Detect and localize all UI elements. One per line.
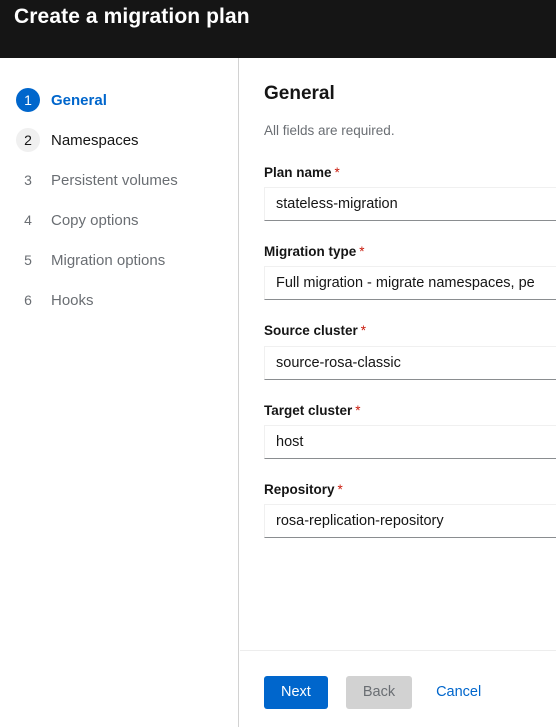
sidebar-item-copy-options[interactable]: 4 Copy options — [0, 200, 238, 240]
label-repository: Repository * — [264, 482, 556, 498]
migration-type-select[interactable] — [264, 266, 556, 301]
label-source-cluster-text: Source cluster — [264, 323, 358, 339]
form-group-source-cluster: Source cluster * — [264, 323, 556, 380]
step-number-1: 1 — [16, 88, 40, 112]
form-group-target-cluster: Target cluster * — [264, 403, 556, 459]
wizard-main-panel: General All fields are required. Plan na… — [240, 58, 556, 727]
required-asterisk: * — [355, 402, 361, 418]
section-subtitle: All fields are required. — [264, 122, 395, 138]
sidebar-item-general[interactable]: 1 General — [0, 80, 238, 120]
step-label-persistent-volumes: Persistent volumes — [51, 171, 178, 189]
cancel-button[interactable]: Cancel — [426, 676, 491, 709]
page-title: Create a migration plan — [14, 5, 250, 28]
plan-name-input[interactable] — [264, 187, 556, 222]
label-target-cluster: Target cluster * — [264, 403, 556, 419]
label-target-cluster-text: Target cluster — [264, 402, 353, 418]
wizard-body: 1 General 2 Namespaces 3 Persistent volu… — [0, 58, 556, 727]
step-label-namespaces: Namespaces — [51, 131, 139, 149]
label-repository-text: Repository — [264, 481, 335, 497]
form-group-repository: Repository * — [264, 482, 556, 539]
step-number-2: 2 — [16, 128, 40, 152]
step-number-5: 5 — [24, 252, 32, 268]
form-group-plan-name: Plan name * — [264, 165, 556, 222]
general-form: General All fields are required. Plan na… — [240, 58, 556, 650]
next-button[interactable]: Next — [264, 676, 328, 709]
step-label-migration-options: Migration options — [51, 251, 166, 269]
source-cluster-select[interactable] — [264, 345, 556, 380]
sidebar-item-namespaces[interactable]: 2 Namespaces — [0, 120, 238, 160]
wizard-step-nav: 1 General 2 Namespaces 3 Persistent volu… — [0, 58, 239, 727]
modal-header: Create a migration plan — [0, 0, 556, 58]
step-number-4: 4 — [24, 212, 32, 228]
form-group-migration-type: Migration type * — [264, 244, 556, 301]
step-label-copy-options: Copy options — [51, 211, 139, 229]
back-button[interactable]: Back — [345, 676, 413, 709]
step-label-general: General — [51, 91, 107, 109]
label-migration-type: Migration type * — [264, 244, 556, 260]
label-plan-name: Plan name * — [264, 165, 556, 181]
required-asterisk: * — [334, 165, 340, 181]
step-label-hooks: Hooks — [51, 291, 94, 309]
required-asterisk: * — [359, 244, 365, 260]
step-number-3: 3 — [24, 172, 32, 188]
wizard-footer: Next Back Cancel — [240, 650, 556, 727]
required-asterisk: * — [360, 323, 367, 339]
target-cluster-select[interactable] — [264, 424, 556, 459]
label-source-cluster: Source cluster * — [264, 323, 556, 339]
section-heading: General — [264, 83, 335, 104]
label-plan-name-text: Plan name — [264, 165, 332, 181]
sidebar-item-persistent-volumes[interactable]: 3 Persistent volumes — [0, 160, 238, 200]
label-migration-type-text: Migration type — [264, 244, 357, 260]
step-number-6: 6 — [24, 292, 32, 308]
sidebar-item-hooks[interactable]: 6 Hooks — [0, 280, 238, 320]
sidebar-item-migration-options[interactable]: 5 Migration options — [0, 240, 238, 280]
repository-select[interactable] — [264, 504, 556, 539]
required-asterisk: * — [337, 481, 343, 497]
